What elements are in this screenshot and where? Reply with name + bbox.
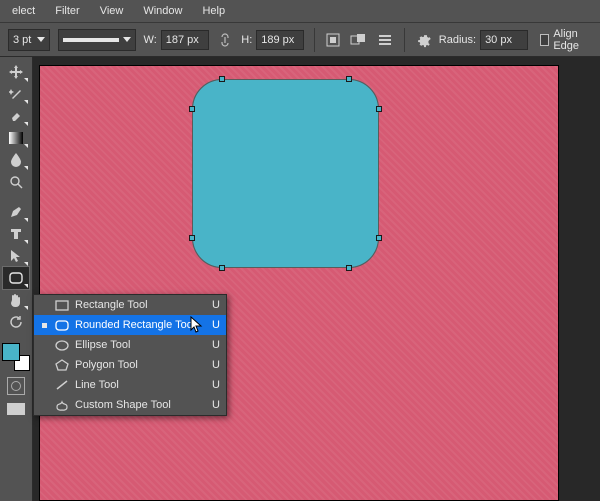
- rectangle-icon: [53, 300, 71, 311]
- stroke-weight-dropdown[interactable]: 3 pt: [8, 29, 50, 51]
- line-icon: [53, 379, 71, 391]
- anchor-handle[interactable]: [189, 235, 195, 241]
- radius-label: Radius:: [439, 34, 476, 46]
- canvas-area[interactable]: [33, 57, 568, 501]
- rounded-rectangle-icon: [53, 320, 71, 331]
- type-tool[interactable]: [3, 223, 29, 245]
- gradient-tool[interactable]: [3, 127, 29, 149]
- height-input[interactable]: 189 px: [256, 30, 304, 50]
- flyout-custom-shape-tool[interactable]: Custom Shape Tool U: [34, 395, 226, 415]
- chevron-down-icon: [123, 37, 131, 42]
- menu-filter[interactable]: Filter: [45, 0, 89, 22]
- hand-tool[interactable]: [3, 289, 29, 311]
- polygon-icon: [53, 359, 71, 371]
- zoom-tool[interactable]: [3, 171, 29, 193]
- quick-mask-toggle[interactable]: [7, 377, 25, 395]
- shape-tool-flyout: Rectangle Tool U Rounded Rectangle Tool …: [33, 294, 227, 416]
- anchor-handle[interactable]: [189, 106, 195, 112]
- flyout-polygon-tool[interactable]: Polygon Tool U: [34, 355, 226, 375]
- blur-tool[interactable]: [3, 149, 29, 171]
- eraser-tool[interactable]: [3, 105, 29, 127]
- menu-help[interactable]: Help: [192, 0, 235, 22]
- anchor-handle[interactable]: [219, 76, 225, 82]
- path-arrange-icon[interactable]: [350, 29, 368, 51]
- align-edges-checkbox[interactable]: [540, 34, 549, 46]
- path-selection-tool[interactable]: [3, 245, 29, 267]
- align-edges-label: Align Edge: [553, 28, 592, 52]
- stroke-weight-value: 3 pt: [13, 34, 31, 46]
- menu-bar: elect Filter View Window Help: [0, 0, 600, 22]
- options-bar: 3 pt W: 187 px H: 189 px Radius: 30 px A…: [0, 22, 600, 57]
- rotate-view-tool[interactable]: [3, 311, 29, 333]
- path-align-icon[interactable]: [325, 29, 342, 51]
- height-label: H:: [241, 34, 252, 46]
- menu-window[interactable]: Window: [133, 0, 192, 22]
- panel-dock: [568, 57, 600, 501]
- anchor-handle[interactable]: [219, 265, 225, 271]
- flyout-line-tool[interactable]: Line Tool U: [34, 375, 226, 395]
- link-wh-icon[interactable]: [217, 29, 234, 51]
- magic-wand-tool[interactable]: [3, 83, 29, 105]
- menu-view[interactable]: View: [90, 0, 134, 22]
- stroke-style-swatch: [63, 38, 119, 42]
- tool-panel: [0, 57, 33, 501]
- chevron-down-icon: [37, 37, 45, 42]
- anchor-handle[interactable]: [346, 265, 352, 271]
- screen-mode-toggle[interactable]: [7, 403, 25, 415]
- width-input[interactable]: 187 px: [161, 30, 209, 50]
- stroke-style-dropdown[interactable]: [58, 29, 136, 51]
- move-tool[interactable]: [3, 61, 29, 83]
- foreground-color-swatch[interactable]: [2, 343, 20, 361]
- path-options-icon[interactable]: [376, 29, 394, 51]
- width-label: W:: [144, 34, 157, 46]
- flyout-rectangle-tool[interactable]: Rectangle Tool U: [34, 295, 226, 315]
- document[interactable]: [39, 65, 559, 501]
- pen-tool[interactable]: [3, 201, 29, 223]
- rounded-rectangle-shape[interactable]: [192, 79, 379, 268]
- ellipse-icon: [53, 340, 71, 351]
- anchor-handle[interactable]: [376, 235, 382, 241]
- menu-select[interactable]: elect: [2, 0, 45, 22]
- gear-icon[interactable]: [414, 29, 431, 51]
- flyout-ellipse-tool[interactable]: Ellipse Tool U: [34, 335, 226, 355]
- radius-input[interactable]: 30 px: [480, 30, 528, 50]
- shape-tool[interactable]: [3, 267, 29, 289]
- anchor-handle[interactable]: [346, 76, 352, 82]
- fg-bg-swatch[interactable]: [2, 343, 30, 371]
- anchor-handle[interactable]: [376, 106, 382, 112]
- flyout-radio: [40, 323, 49, 328]
- flyout-rounded-rectangle-tool[interactable]: Rounded Rectangle Tool U: [34, 315, 226, 335]
- custom-shape-icon: [53, 399, 71, 411]
